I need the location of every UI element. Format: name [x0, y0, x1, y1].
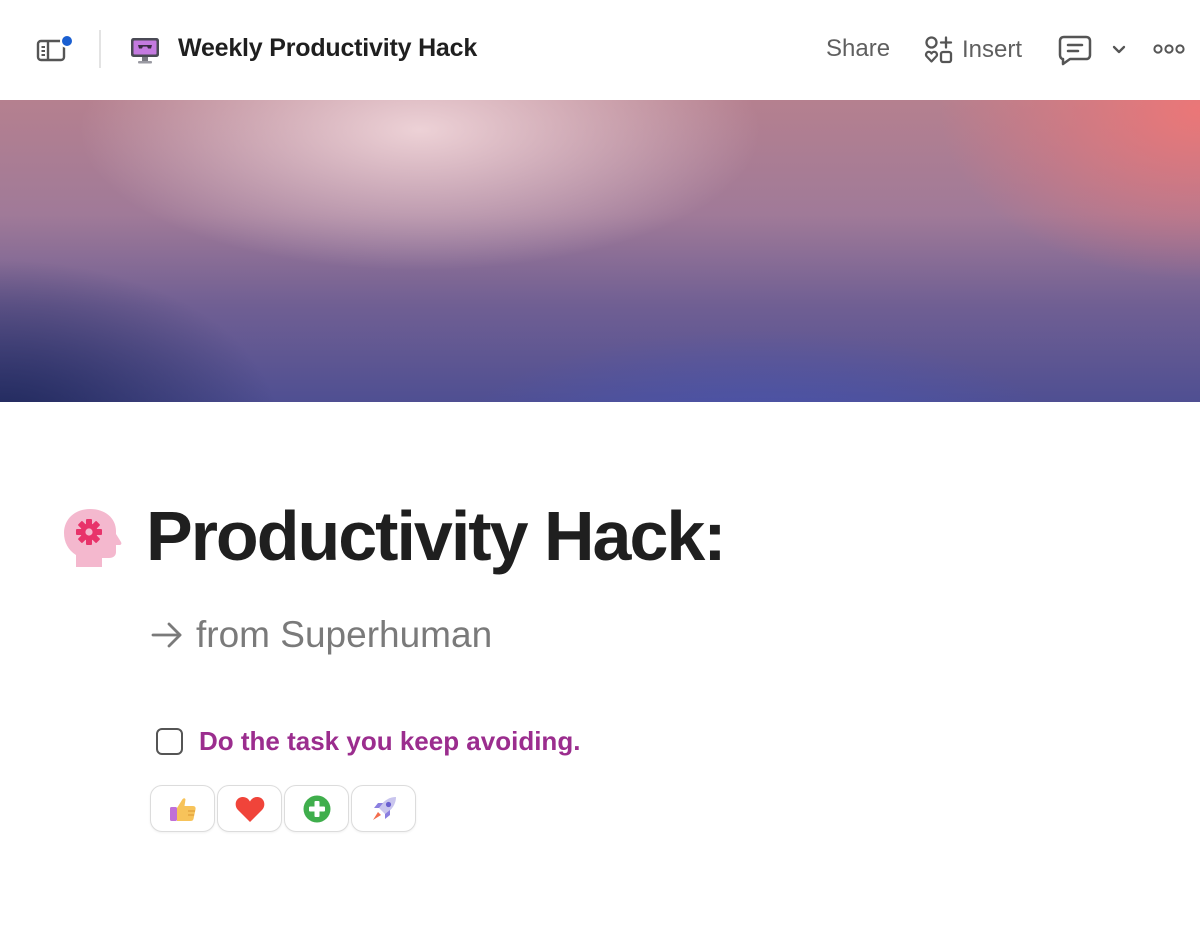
- rocket-icon: [372, 796, 396, 820]
- reaction-plus[interactable]: [284, 785, 349, 832]
- header-divider: [99, 30, 101, 68]
- arrow-right-icon: [151, 622, 182, 648]
- head-gear-icon[interactable]: [62, 507, 122, 569]
- insert-button[interactable]: Insert: [924, 33, 1022, 67]
- page-title[interactable]: Productivity Hack:: [146, 496, 727, 576]
- comment-icon: [1058, 35, 1092, 66]
- reaction-heart[interactable]: [217, 785, 282, 832]
- chevron-down-icon[interactable]: [1110, 40, 1128, 58]
- computer-icon: [129, 34, 161, 66]
- more-options-icon[interactable]: [1153, 42, 1185, 56]
- todo-item: Do the task you keep avoiding.: [156, 726, 580, 757]
- sidebar-toggle-button[interactable]: [36, 34, 74, 66]
- plus-circle-icon: [303, 795, 330, 822]
- thumbs-up-icon: [169, 797, 196, 821]
- todo-checkbox[interactable]: [156, 728, 183, 755]
- todo-text[interactable]: Do the task you keep avoiding.: [199, 726, 580, 757]
- reaction-rocket[interactable]: [351, 785, 416, 832]
- doc-title[interactable]: Weekly Productivity Hack: [178, 34, 477, 63]
- subtitle-line[interactable]: from Superhuman: [150, 614, 492, 656]
- insert-label: Insert: [962, 36, 1023, 63]
- reaction-bar: [150, 785, 416, 832]
- insert-shapes-icon: [924, 36, 953, 64]
- subtitle-text: from Superhuman: [196, 614, 493, 655]
- share-button[interactable]: Share: [826, 35, 890, 63]
- reaction-thumbs-up[interactable]: [150, 785, 215, 832]
- cover-image[interactable]: [0, 100, 1200, 402]
- heart-icon: [235, 796, 264, 822]
- notification-dot: [60, 34, 74, 48]
- comment-button[interactable]: [1058, 34, 1094, 66]
- top-bar: Weekly Productivity Hack Share Insert: [0, 0, 1200, 100]
